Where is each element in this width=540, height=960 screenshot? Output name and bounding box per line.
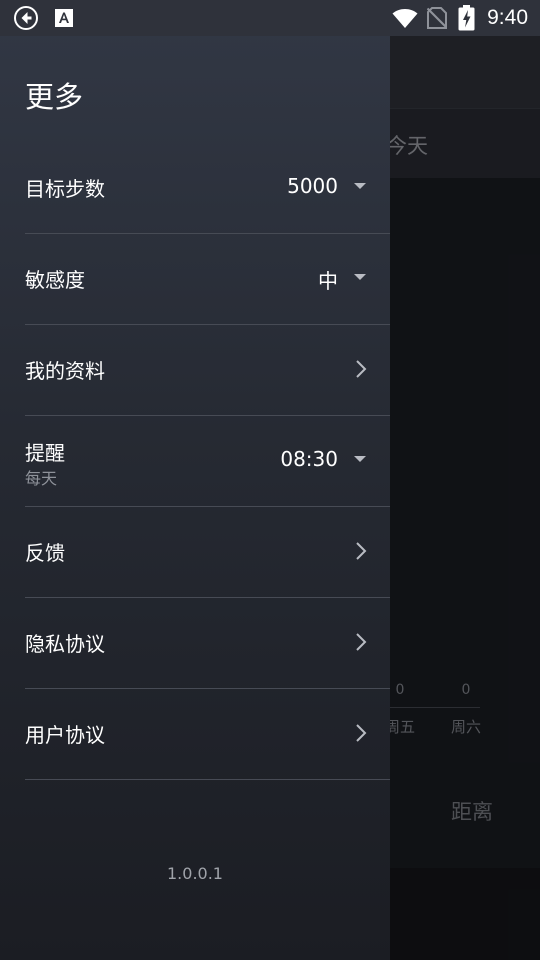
menu-item-sensitivity[interactable]: 敏感度 中 bbox=[0, 234, 390, 325]
no-sim-icon bbox=[427, 7, 447, 29]
menu-item-user-agreement[interactable]: 用户协议 bbox=[0, 689, 390, 780]
menu-item-my-profile[interactable]: 我的资料 bbox=[0, 325, 390, 416]
menu-item-label: 目标步数 bbox=[25, 177, 105, 201]
menu-item-reminder[interactable]: 提醒 每天 08:30 bbox=[0, 416, 390, 507]
chevron-right-icon bbox=[356, 633, 367, 651]
divider bbox=[25, 779, 390, 780]
sensitivity-value: 中 bbox=[318, 269, 338, 293]
dropdown-caret-icon bbox=[354, 274, 366, 280]
status-bar: 9:40 bbox=[0, 0, 540, 36]
chevron-right-icon bbox=[356, 542, 367, 560]
status-time: 9:40 bbox=[487, 6, 528, 29]
reminder-frequency: 每天 bbox=[25, 469, 58, 488]
menu-item-label: 敏感度 bbox=[25, 268, 85, 292]
app-version: 1.0.0.1 bbox=[167, 864, 223, 883]
battery-charging-icon bbox=[458, 5, 475, 31]
chevron-right-icon bbox=[356, 360, 367, 378]
chevron-right-icon bbox=[356, 724, 367, 742]
menu-item-label: 隐私协议 bbox=[25, 632, 105, 656]
drawer-title: 更多 bbox=[25, 80, 84, 114]
menu-item-label: 用户协议 bbox=[25, 723, 105, 747]
navigation-drawer: 更多 目标步数 5000 敏感度 中 我的资料 提醒 每天 08:30 反馈 隐… bbox=[0, 0, 390, 960]
dropdown-caret-icon bbox=[354, 183, 366, 189]
menu-item-target-steps[interactable]: 目标步数 5000 bbox=[0, 143, 390, 234]
menu-item-feedback[interactable]: 反馈 bbox=[0, 507, 390, 598]
menu-item-label: 我的资料 bbox=[25, 359, 105, 383]
wifi-icon bbox=[392, 9, 418, 28]
menu-item-label: 反馈 bbox=[25, 541, 65, 565]
back-arrow-notification-icon bbox=[14, 6, 38, 30]
dropdown-caret-icon bbox=[354, 456, 366, 462]
app-notification-icon bbox=[55, 9, 73, 27]
menu-item-label: 提醒 bbox=[25, 441, 65, 465]
reminder-time-value: 08:30 bbox=[280, 447, 338, 471]
target-steps-value: 5000 bbox=[287, 174, 338, 198]
menu-item-privacy-policy[interactable]: 隐私协议 bbox=[0, 598, 390, 689]
